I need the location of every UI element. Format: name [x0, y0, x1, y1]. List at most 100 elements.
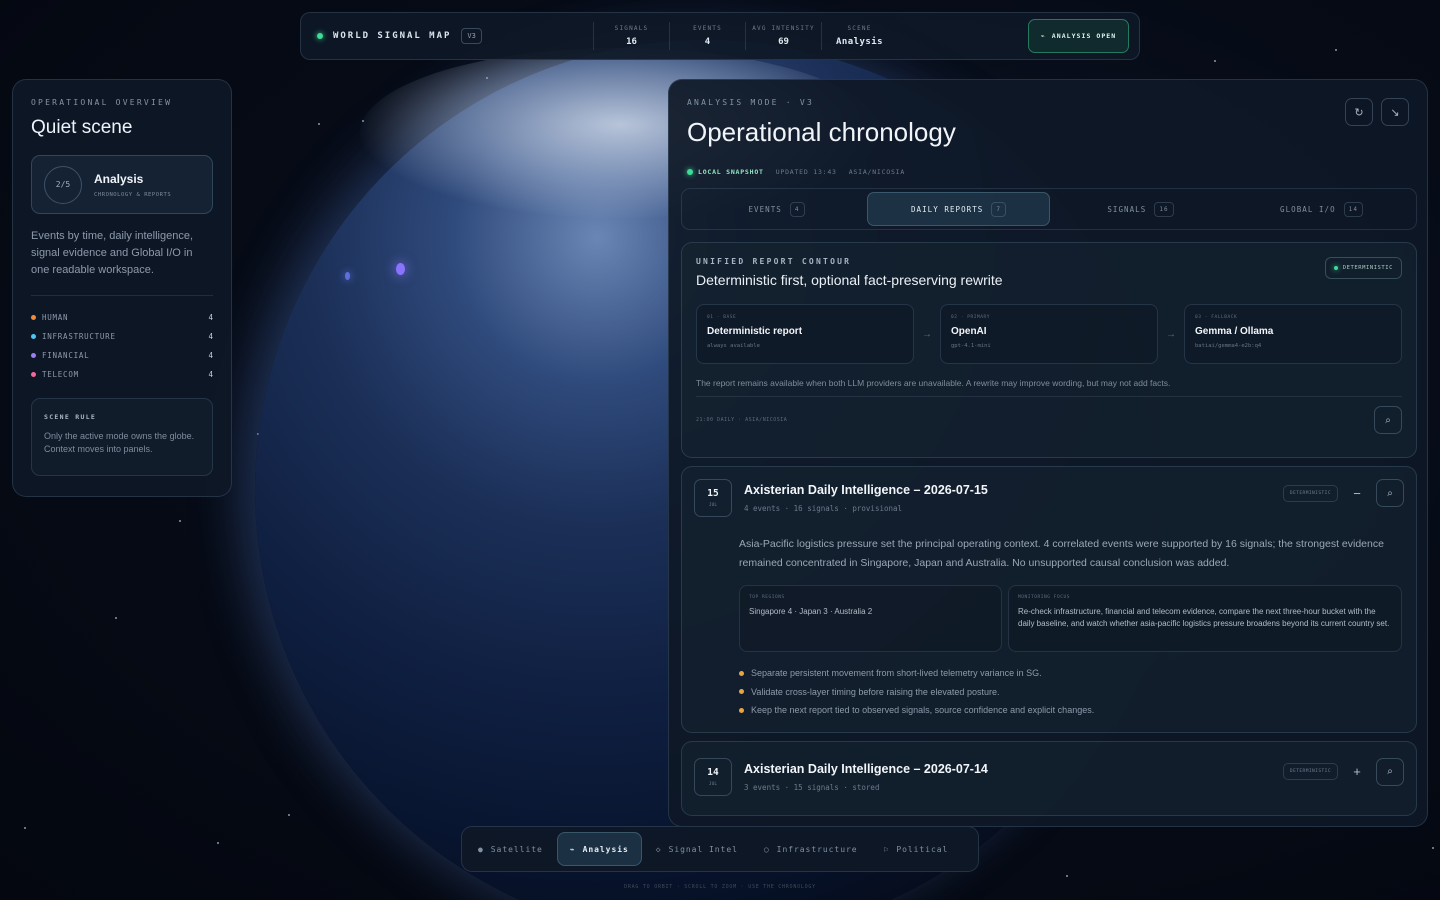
list-item: Separate persistent movement from short-…	[739, 664, 1404, 683]
collapse-button[interactable]: ↘	[1381, 98, 1409, 126]
box-text: Re-check infrastructure, financial and t…	[1018, 607, 1390, 628]
box-label: MONITORING FOCUS	[1018, 595, 1070, 600]
action-list: Separate persistent movement from short-…	[739, 664, 1404, 720]
star	[288, 814, 290, 816]
metric-label: SCENE	[847, 25, 872, 32]
star	[217, 842, 219, 844]
refresh-button[interactable]: ↻	[1345, 98, 1373, 126]
updated-time: UPDATED 13:43	[775, 168, 837, 176]
category-dot	[31, 372, 36, 377]
nav-label: Infrastructure	[776, 844, 858, 854]
star	[1214, 60, 1216, 62]
badge-dot	[1333, 266, 1338, 270]
metric-value: 4	[704, 37, 711, 47]
category-dot	[31, 353, 36, 358]
nav-label: Satellite	[490, 844, 543, 854]
zoom-button[interactable]: ⌕	[1376, 757, 1404, 786]
mode-nav: ● Satellite ⌁ Analysis ◇ Signal Intel ○ Infr…	[461, 826, 979, 872]
nav-political[interactable]: ⚐ Political	[872, 832, 961, 866]
top-bar: WORLD SIGNAL MAP V3 SIGNALS 16 EVENTS 4 …	[300, 12, 1140, 60]
nav-analysis[interactable]: ⌁ Analysis	[556, 832, 642, 866]
list-item: Validate cross-layer timing before raisi…	[739, 683, 1404, 702]
zoom-button[interactable]: ⌕	[1376, 479, 1404, 507]
provider-flow: 01 · BASE Deterministic report always av…	[696, 304, 1402, 364]
tab-daily-reports[interactable]: DAILY REPORTS 7	[867, 192, 1050, 226]
report-summary: Asia-Pacific logistics pressure set the …	[739, 538, 1384, 569]
scene-rule-body: Only the active mode owns the globe. Con…	[44, 431, 195, 454]
nav-label: Political	[896, 844, 949, 854]
nav-label: Signal Intel	[668, 844, 738, 854]
category-count: 4	[208, 332, 213, 341]
status-dot	[687, 169, 693, 175]
tab-signals[interactable]: SIGNALS 16	[1050, 192, 1231, 226]
pulse-icon: ⌁	[1040, 32, 1046, 40]
arrow-right-icon: →	[1166, 328, 1176, 340]
version-pill: V3	[461, 28, 482, 44]
collapse-arrow-icon: ↘	[1390, 106, 1400, 119]
nav-infrastructure[interactable]: ○ Infrastructure	[752, 832, 870, 866]
nav-satellite[interactable]: ● Satellite	[466, 832, 555, 866]
analysis-open-button[interactable]: ⌁ ANALYSIS OPEN	[1028, 19, 1129, 53]
report-date: 14 JUL	[694, 757, 732, 796]
category-row-human[interactable]: HUMAN 4	[31, 308, 213, 327]
tab-label: SIGNALS	[1107, 204, 1147, 214]
arrow-right-icon: →	[922, 328, 932, 340]
globe-signal-marker[interactable]	[345, 272, 350, 280]
zoom-button[interactable]: ⌕	[1374, 406, 1402, 434]
tab-global-io[interactable]: GLOBAL I/O 14	[1231, 192, 1412, 226]
box-label: TOP REGIONS	[749, 595, 785, 600]
pulse-icon: ⌁	[569, 844, 576, 854]
report-date: 15 JUL	[694, 479, 732, 517]
report-meta: 4 events · 16 signals · provisional	[744, 504, 903, 513]
nav-label: Analysis	[582, 844, 629, 854]
daily-report-card: 15 JUL Axisterian Daily Intelligence – 2…	[681, 466, 1417, 733]
star	[1432, 847, 1434, 849]
mode-card[interactable]: 2/5 Analysis CHRONOLOGY & REPORTS	[31, 155, 213, 214]
step-name: OpenAI	[951, 326, 987, 337]
contour-title: Deterministic first, optional fact-prese…	[696, 272, 1003, 288]
globe-signal-marker[interactable]	[396, 263, 405, 275]
page-title: Operational chronology	[687, 117, 956, 147]
metric-value: Analysis	[836, 37, 883, 47]
list-item-text: Keep the next report tied to observed si…	[751, 705, 1095, 716]
report-badge: DETERMINISTIC	[1282, 763, 1338, 780]
badge-label: DETERMINISTIC	[1342, 265, 1393, 271]
report-title: Axisterian Daily Intelligence – 2026-07-…	[744, 761, 988, 776]
step-name: Deterministic report	[707, 326, 803, 337]
top-regions-box: TOP REGIONS Singapore 4 · Japan 3 · Aust…	[739, 585, 1002, 652]
analysis-open-label: ANALYSIS OPEN	[1051, 32, 1117, 40]
list-item: Keep the next report tied to observed si…	[739, 701, 1404, 720]
expand-report-button[interactable]: +	[1350, 764, 1364, 779]
category-row-telecom[interactable]: TELECOM 4	[31, 365, 213, 384]
monitoring-focus-box: MONITORING FOCUS Re-check infrastructure…	[1008, 585, 1402, 652]
tab-count: 16	[1154, 201, 1174, 217]
category-row-financial[interactable]: FINANCIAL 4	[31, 346, 213, 365]
status-row: LOCAL SNAPSHOT UPDATED 13:43 ASIA/NICOSI…	[687, 168, 1415, 176]
star	[179, 520, 181, 522]
flag-icon: ⚐	[883, 844, 890, 854]
collapse-report-button[interactable]: −	[1350, 486, 1364, 501]
category-row-infrastructure[interactable]: INFRASTRUCTURE 4	[31, 327, 213, 346]
list-item-text: Validate cross-layer timing before raisi…	[751, 686, 1000, 697]
report-day: 14	[707, 766, 719, 778]
contour-footer: 21:00 DAILY · ASIA/NICOSIA ⌕	[696, 396, 1402, 434]
snapshot-label: LOCAL SNAPSHOT	[698, 168, 764, 176]
category-count: 4	[208, 370, 213, 379]
report-month: JUL	[708, 781, 718, 787]
nav-signal-intel[interactable]: ◇ Signal Intel	[644, 832, 750, 866]
report-day: 15	[707, 488, 719, 499]
schedule-label: 21:00 DAILY · ASIA/NICOSIA	[696, 417, 788, 423]
bullet-dot	[739, 689, 744, 695]
star	[318, 123, 320, 125]
tab-count: 4	[789, 201, 805, 217]
category-name: INFRASTRUCTURE	[42, 332, 116, 341]
step-name: Gemma / Ollama	[1195, 326, 1274, 337]
daily-report-card: 14 JUL Axisterian Daily Intelligence – 2…	[681, 740, 1417, 816]
metric-scene: SCENE Analysis	[821, 22, 897, 50]
mode-card-subtitle: CHRONOLOGY & REPORTS	[94, 191, 172, 198]
brand-title: WORLD SIGNAL MAP	[333, 31, 452, 41]
satellite-icon: ●	[478, 844, 484, 854]
analysis-kicker: ANALYSIS MODE · V3	[687, 98, 815, 107]
flow-step-primary: 02 · PRIMARY OpenAI gpt-4.1-mini	[940, 304, 1158, 364]
tab-events[interactable]: EVENTS 4	[686, 192, 867, 226]
